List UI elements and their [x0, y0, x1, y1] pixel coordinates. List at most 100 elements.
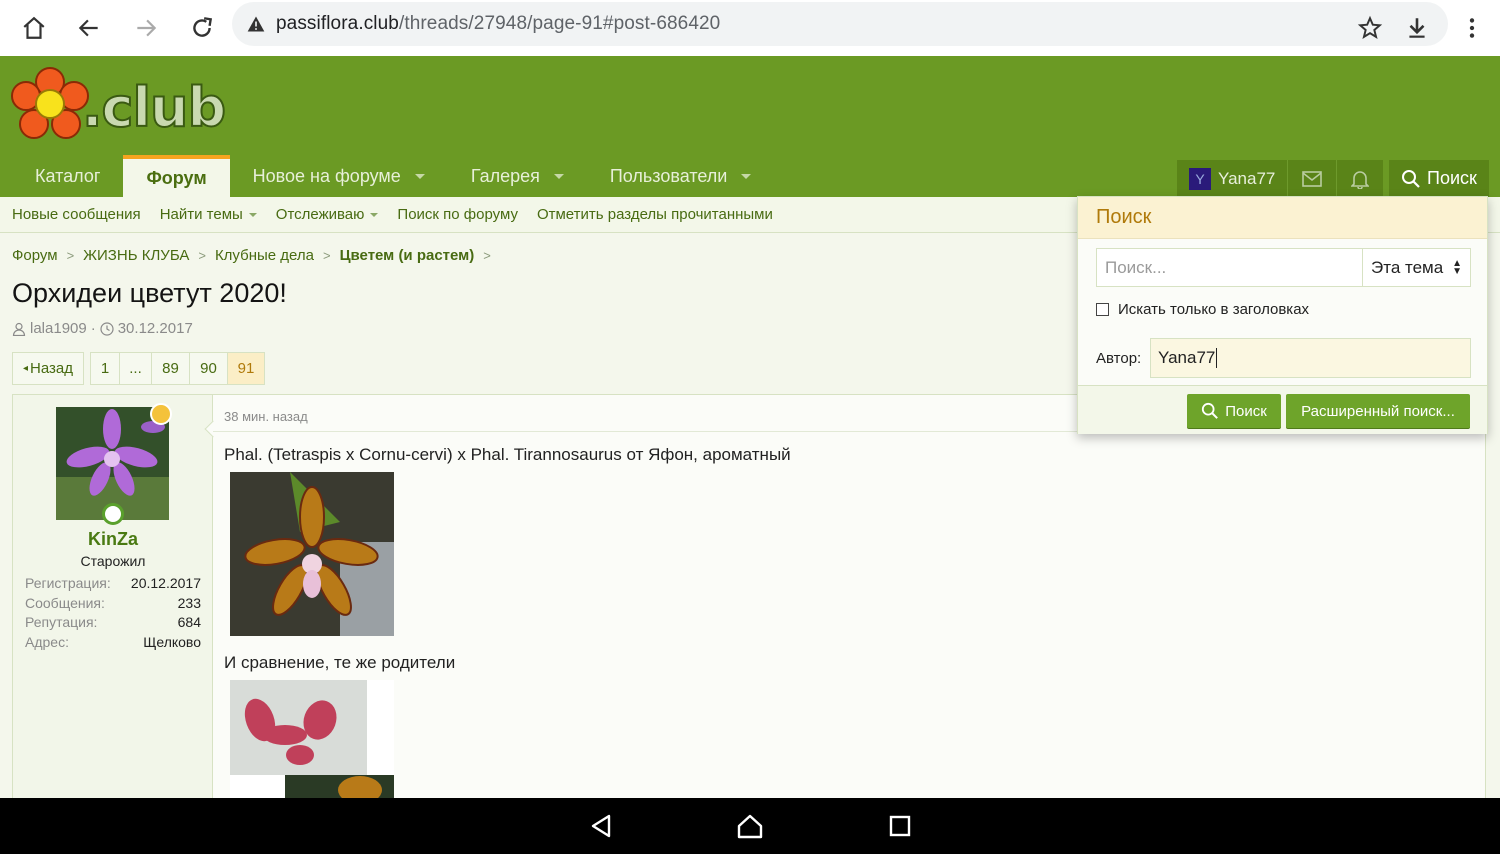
post-user-title: Старожил	[80, 553, 146, 569]
url-text: passiflora.club/threads/27948/page-91#po…	[276, 13, 721, 34]
home-icon[interactable]	[6, 0, 62, 56]
chevron-left-icon: ◂	[23, 363, 29, 374]
subnav-new-posts[interactable]: Новые сообщения	[12, 206, 141, 223]
search-icon	[1402, 169, 1420, 188]
warning-icon	[247, 16, 265, 32]
search-toggle-button[interactable]: Поиск	[1389, 160, 1489, 197]
chevron-down-icon[interactable]	[370, 212, 379, 217]
user-icon	[12, 322, 26, 336]
chevron-down-icon[interactable]	[741, 173, 752, 179]
breadcrumb-item[interactable]: ЖИЗНЬ КЛУБА	[83, 247, 189, 264]
search-icon	[1202, 402, 1219, 419]
online-status-icon	[102, 503, 124, 525]
chevron-down-icon[interactable]	[553, 173, 564, 179]
author-field-row: Автор: Yana77	[1096, 338, 1471, 378]
breadcrumb: Форум > ЖИЗНЬ КЛУБА > Клубные дела > Цве…	[12, 247, 500, 264]
search-submit-button[interactable]: Поиск	[1187, 394, 1281, 428]
chevron-down-icon[interactable]	[248, 212, 257, 217]
post-image[interactable]	[230, 680, 394, 815]
search-input[interactable]: Поиск...	[1097, 249, 1362, 286]
clock-icon	[100, 321, 114, 336]
user-controls: Y Yana77	[1177, 160, 1384, 197]
post-body: 38 мин. назад Phal. (Tetraspis x Cornu-c…	[213, 395, 1485, 815]
thread-date[interactable]: 30.12.2017	[118, 320, 193, 337]
chevron-right-icon: >	[66, 248, 75, 263]
breadcrumb-item[interactable]: Форум	[12, 247, 58, 264]
search-scope-select[interactable]: Эта тема ▲ ▼	[1362, 249, 1470, 286]
breadcrumb-item[interactable]: Клубные дела	[215, 247, 314, 264]
stat-row: Регистрация: 20.12.2017	[25, 575, 201, 591]
chevron-down-icon[interactable]	[414, 173, 425, 179]
username: Yana77	[1218, 168, 1276, 188]
nav-tab-gallery[interactable]: Галерея	[448, 155, 587, 197]
user-avatar: Y	[1189, 167, 1211, 190]
system-recents-icon[interactable]	[886, 812, 914, 840]
thread-meta: lala1909 · 30.12.2017	[12, 320, 193, 337]
author-input[interactable]: Yana77	[1150, 338, 1471, 378]
more-vert-icon[interactable]	[1444, 0, 1500, 56]
forward-icon[interactable]	[118, 0, 174, 56]
site-header: .club Каталог Форум Новое на форуме Гале…	[0, 56, 1500, 197]
pager-prev-button[interactable]: ◂ Назад	[12, 352, 85, 385]
browser-toolbar: passiflora.club/threads/27948/page-91#po…	[0, 0, 1500, 56]
pager-page[interactable]: 1	[90, 352, 121, 385]
post-user-stats: Регистрация: 20.12.2017 Сообщения: 233 Реп…	[25, 575, 201, 654]
select-arrows-icon: ▲ ▼	[1452, 257, 1462, 277]
post-user-panel: KinZa Старожил Регистрация: 20.12.2017 Со…	[13, 395, 213, 815]
search-input-group: Поиск... Эта тема ▲ ▼	[1096, 248, 1471, 287]
orchid-photo-icon	[230, 472, 394, 636]
subnav-search-forums[interactable]: Поиск по форуму	[397, 206, 518, 223]
system-back-icon[interactable]	[587, 812, 615, 840]
thread-author[interactable]: lala1909	[30, 320, 87, 337]
back-icon[interactable]	[61, 0, 117, 56]
pager-ellipsis[interactable]: ...	[120, 352, 153, 385]
pagination: ◂ Назад 1 ... 89 90 91	[12, 352, 266, 385]
nav-tab-forum[interactable]: Форум	[123, 155, 230, 197]
envelope-icon	[1302, 170, 1323, 187]
pager-page[interactable]: 89	[152, 352, 191, 385]
verified-badge-icon	[150, 403, 172, 425]
nav-tab-whats-new[interactable]: Новое на форуме	[230, 155, 448, 197]
post-username[interactable]: KinZa	[13, 529, 213, 550]
chevron-right-icon: >	[198, 248, 206, 263]
pager-page[interactable]: 90	[190, 352, 229, 385]
search-dropdown-footer: Поиск Расширенный поиск...	[1078, 385, 1487, 434]
post-time[interactable]: 38 мин. назад	[224, 409, 308, 424]
bell-icon	[1351, 170, 1370, 189]
chevron-right-icon: >	[483, 248, 491, 263]
breadcrumb-item[interactable]: Цветем (и растем)	[340, 247, 475, 264]
titles-only-checkbox[interactable]: Искать только в заголовках	[1096, 301, 1309, 318]
system-nav-bar	[0, 798, 1500, 854]
post-text: И сравнение, те же родители	[224, 653, 456, 672]
system-home-icon[interactable]	[736, 812, 764, 840]
search-dropdown: Поиск Поиск... Эта тема ▲ ▼ Искать только…	[1077, 196, 1488, 434]
address-bar[interactable]: passiflora.club/threads/27948/page-91#po…	[232, 2, 1448, 46]
advanced-search-button[interactable]: Расширенный поиск...	[1286, 394, 1470, 428]
author-label: Автор:	[1096, 349, 1142, 367]
stat-row: Сообщения: 233	[25, 594, 201, 611]
pager-page-current[interactable]: 91	[228, 352, 266, 385]
main-nav: Каталог Форум Новое на форуме Галерея По…	[12, 155, 774, 197]
inbox-button[interactable]	[1288, 160, 1338, 197]
page-title: Орхидеи цветут 2020!	[12, 278, 287, 308]
checkbox[interactable]	[1096, 303, 1109, 316]
post-image[interactable]	[230, 472, 394, 636]
post-text: Phal. (Tetraspis x Cornu-cervi) x Phal. …	[224, 445, 791, 464]
post: KinZa Старожил Регистрация: 20.12.2017 Со…	[12, 394, 1486, 815]
reload-icon[interactable]	[174, 0, 230, 56]
stat-row: Репутация: 684	[25, 614, 201, 631]
nav-tab-members[interactable]: Пользователи	[587, 155, 774, 197]
nav-tab-catalog[interactable]: Каталог	[12, 155, 123, 197]
site-logo[interactable]: .club	[10, 66, 227, 146]
stat-row: Адрес: Щелково	[25, 634, 201, 651]
subnav-mark-read[interactable]: Отметить разделы прочитанными	[537, 206, 773, 223]
download-icon[interactable]	[1389, 0, 1445, 56]
orchid-photo-icon	[230, 680, 394, 815]
subnav-watched[interactable]: Отслеживаю	[276, 206, 379, 223]
subnav-find-threads[interactable]: Найти темы	[160, 206, 257, 223]
text-caret	[1216, 348, 1218, 368]
chevron-right-icon: >	[322, 248, 331, 263]
alerts-button[interactable]	[1337, 160, 1383, 197]
logo-text: .club	[81, 75, 227, 140]
account-button[interactable]: Y Yana77	[1177, 160, 1289, 197]
